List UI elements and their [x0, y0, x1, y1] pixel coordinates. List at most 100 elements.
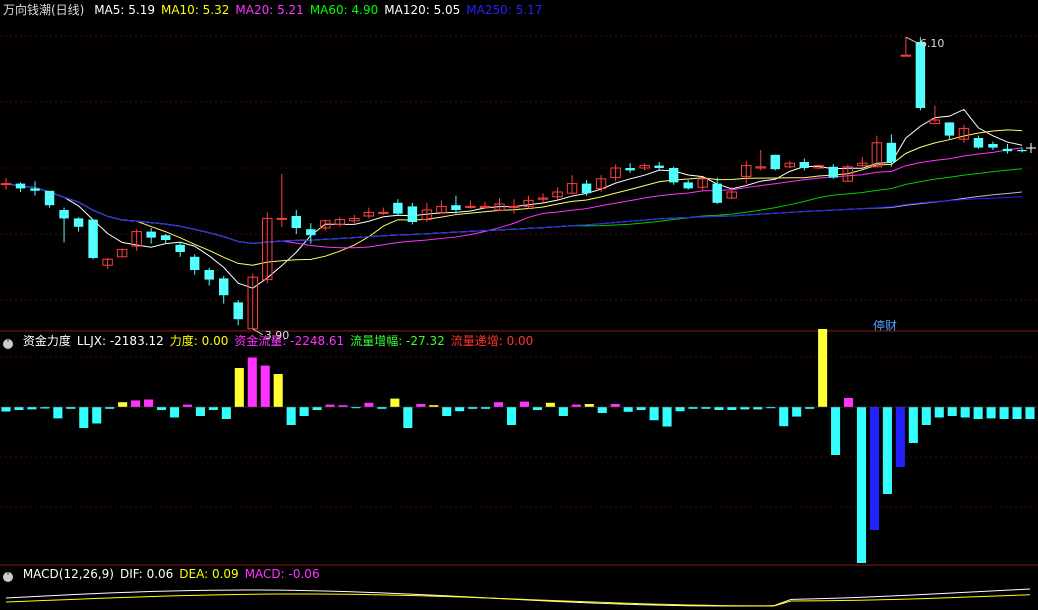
- flow-bar: [403, 407, 413, 428]
- flow-bar: [519, 401, 530, 407]
- flow-bar: [429, 405, 439, 407]
- flow-bar: [727, 407, 737, 410]
- flow-bar: [947, 407, 957, 416]
- candle-body: [900, 54, 912, 57]
- flow-bar: [169, 407, 180, 418]
- candle-body: [233, 302, 243, 320]
- flow-bar: [701, 407, 711, 409]
- candle-body: [828, 166, 839, 178]
- candle-body: [306, 229, 316, 236]
- flow-bar: [934, 407, 944, 418]
- low-marker: [252, 328, 264, 336]
- flow-bar: [779, 407, 789, 427]
- flow-bar: [986, 407, 996, 419]
- candle-body: [276, 217, 287, 220]
- flow-bar: [416, 404, 426, 407]
- flow-bar: [182, 404, 193, 407]
- candle-body: [407, 206, 418, 222]
- flow-bar: [610, 404, 620, 407]
- flow-bar: [377, 407, 387, 409]
- candle-body: [0, 183, 12, 186]
- flow-bar: [584, 404, 594, 407]
- high-label: 6.10: [920, 37, 945, 50]
- flow-bar: [960, 407, 970, 418]
- candle-body: [973, 138, 984, 148]
- flow-bar: [66, 407, 76, 409]
- candle-body: [1017, 150, 1027, 152]
- flow-bar: [105, 407, 115, 409]
- flow-bar: [545, 402, 555, 407]
- flow-bar: [273, 374, 283, 407]
- flow-bar: [442, 407, 452, 416]
- flow-bar: [390, 398, 400, 407]
- candle-body: [770, 154, 780, 170]
- flow-bar: [234, 368, 244, 407]
- candle-body: [915, 42, 926, 108]
- ma5-line: [5, 108, 1023, 289]
- low-label: 3.90: [265, 329, 290, 342]
- flow-bar: [921, 407, 931, 425]
- candle-body: [1002, 148, 1013, 152]
- candle-body: [15, 183, 26, 189]
- candle-body: [30, 188, 40, 191]
- flow-bar: [1012, 407, 1022, 419]
- flow-bar: [636, 407, 646, 410]
- candle-body: [393, 202, 403, 214]
- candle-body: [44, 190, 55, 206]
- candle-body: [944, 122, 955, 136]
- candle-body: [465, 205, 476, 208]
- flow-bar: [260, 365, 270, 407]
- flow-bar: [208, 407, 218, 410]
- flow-bar: [1, 407, 11, 412]
- flow-bar: [79, 407, 89, 428]
- flow-bar: [532, 407, 542, 410]
- flow-bar: [325, 404, 335, 407]
- flow-bar: [792, 407, 802, 417]
- candle-body: [146, 231, 156, 238]
- flow-bar: [753, 407, 763, 410]
- flow-bar: [558, 407, 568, 416]
- flow-bar: [53, 407, 63, 419]
- flow-bar: [973, 407, 983, 419]
- stock-chart[interactable]: 6.10 3.90: [0, 0, 1038, 610]
- flow-bar: [740, 407, 750, 410]
- flow-bar: [494, 402, 504, 407]
- flow-bar: [662, 407, 672, 427]
- flow-bar: [299, 407, 309, 416]
- flow-bar: [338, 405, 348, 407]
- flow-bar: [364, 402, 374, 407]
- flow-bar: [675, 407, 685, 412]
- flow-bar: [571, 404, 581, 407]
- flow-bar: [649, 407, 659, 421]
- flow-bar: [14, 407, 24, 410]
- flow-bar: [843, 398, 854, 407]
- flow-bar: [506, 407, 517, 425]
- flow-bar: [818, 329, 828, 407]
- candle-body: [175, 244, 185, 252]
- candle-body: [204, 270, 214, 280]
- candle-body: [451, 205, 461, 210]
- flow-bar: [805, 407, 815, 409]
- high-marker: [905, 36, 919, 44]
- flow-bar: [157, 407, 167, 410]
- flow-bar: [831, 407, 841, 455]
- flow-bar: [597, 407, 607, 413]
- flow-bar: [286, 407, 296, 425]
- flow-bar: [882, 407, 892, 494]
- flow-bar: [455, 407, 465, 412]
- candle-body: [712, 183, 722, 203]
- flow-bar: [27, 407, 37, 410]
- candle-body: [988, 144, 998, 148]
- ma20-line: [5, 147, 1023, 249]
- flow-bar: [468, 407, 478, 409]
- flow-bar: [1025, 407, 1035, 419]
- flow-bar: [481, 407, 491, 409]
- candle-body: [218, 278, 229, 296]
- candle-body: [88, 219, 98, 258]
- candle-body: [654, 165, 664, 168]
- flow-bar: [312, 407, 322, 410]
- candle-body: [189, 256, 200, 270]
- candle-body: [668, 168, 679, 183]
- candle-body: [799, 162, 810, 168]
- candle-body: [625, 168, 635, 171]
